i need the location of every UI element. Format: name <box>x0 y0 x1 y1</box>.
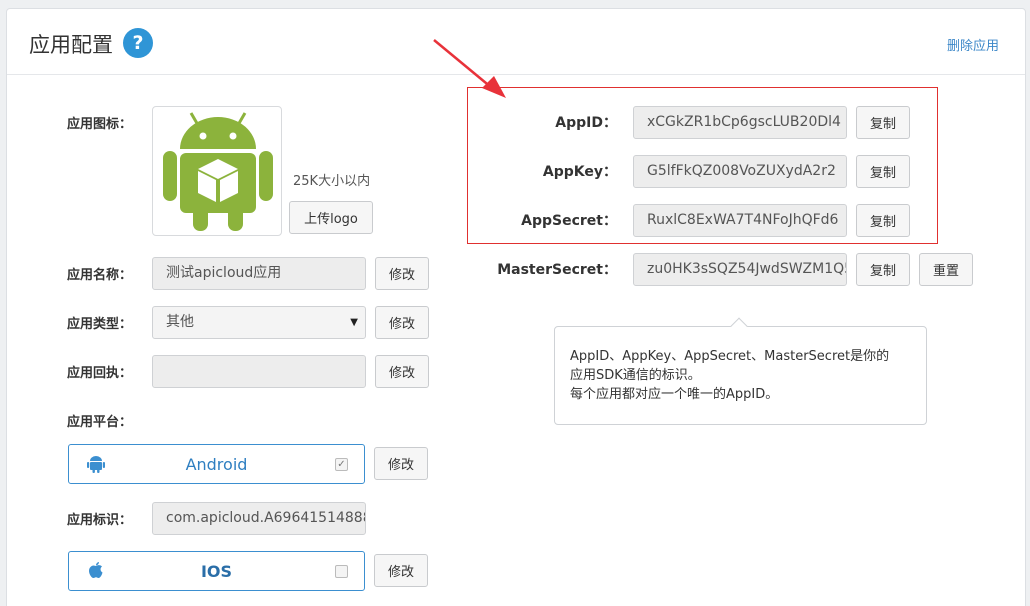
red-arrow-annotation <box>433 39 506 98</box>
